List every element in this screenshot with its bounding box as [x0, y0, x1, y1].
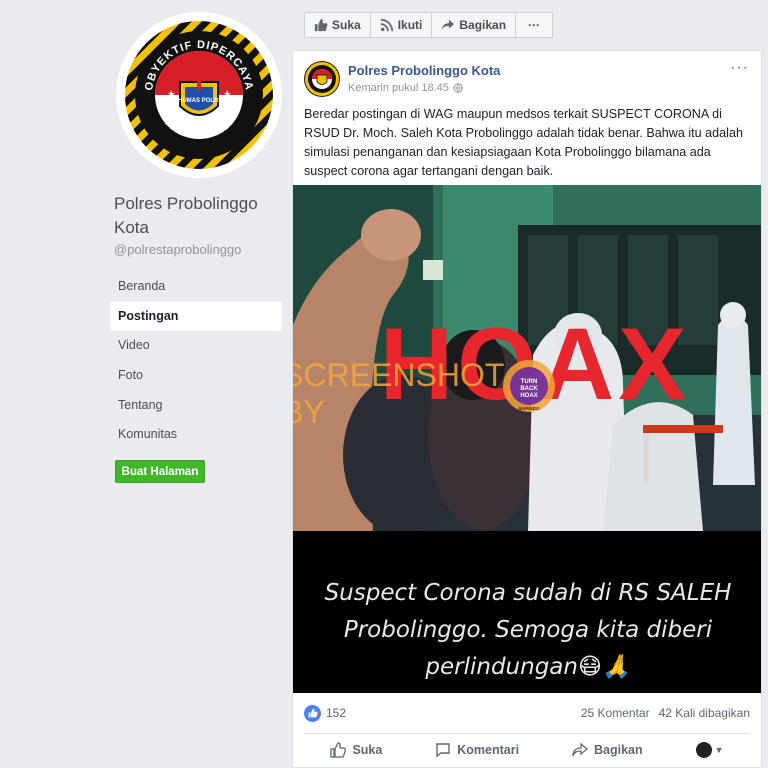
post-stats: 152 25 Komentar 42 Kali dibagikan	[304, 703, 750, 723]
shares-count-link[interactable]: 42 Kali dibagikan	[659, 706, 750, 720]
post-as-selector[interactable]: ▼	[695, 741, 724, 758]
turnbackhoax-seal-icon: TURN BACK HOAX MAFINDO	[503, 360, 555, 412]
comments-count-link[interactable]: 25 Komentar	[581, 706, 650, 720]
caption-line-3: perlindungan😷🙏	[425, 654, 631, 680]
svg-text:BACK: BACK	[520, 386, 538, 392]
share-arrow-icon	[442, 19, 455, 31]
post-timestamp[interactable]: Kemarin pukul 18.45	[348, 82, 463, 94]
polres-logo-icon	[305, 62, 339, 96]
more-options-button[interactable]: ···	[516, 13, 552, 37]
thumbs-up-icon	[330, 741, 347, 758]
nav-item-tentang[interactable]: Tentang	[110, 391, 282, 420]
post-actions: Suka Komentari Bagikan ▼	[304, 733, 750, 765]
comment-post-button[interactable]: Komentari	[435, 742, 519, 758]
chevron-down-icon: ▼	[714, 744, 724, 755]
share-arrow-icon	[572, 742, 589, 756]
account-avatar	[695, 741, 712, 758]
page-nav: Beranda Postingan Video Foto Tentang Kom…	[110, 272, 282, 450]
caption-line-1: Suspect Corona sudah di RS SALEH	[324, 580, 732, 606]
comment-post-label: Komentari	[457, 742, 520, 757]
globe-icon	[453, 83, 463, 93]
share-page-label: Bagikan	[459, 18, 507, 32]
post-author-avatar[interactable]	[304, 61, 340, 97]
nav-item-postingan[interactable]: Postingan	[110, 301, 282, 331]
nav-item-foto[interactable]: Foto	[110, 361, 282, 390]
nav-item-beranda[interactable]: Beranda	[110, 272, 282, 301]
share-post-button[interactable]: Bagikan	[572, 742, 643, 758]
reaction-summary[interactable]: 152	[304, 704, 347, 722]
post-options-button[interactable]: ···	[730, 59, 749, 77]
screenshot-watermark: SCREENSHOT BY	[293, 357, 504, 430]
page-title[interactable]: Polres Probolinggo Kota	[114, 192, 284, 240]
like-post-label: Suka	[352, 742, 383, 757]
like-reaction-icon	[304, 704, 321, 722]
page-right-edge	[762, 50, 768, 768]
nav-item-komunitas[interactable]: Komunitas	[110, 420, 282, 449]
rss-icon	[380, 18, 393, 32]
create-page-button[interactable]: Buat Halaman	[115, 460, 205, 483]
post-message: Beredar postingan di WAG maupun medsos t…	[304, 107, 743, 178]
page-action-bar: Suka Ikuti Bagikan ···	[304, 12, 554, 38]
follow-page-label: Ikuti	[397, 18, 423, 32]
nav-item-video[interactable]: Video	[110, 331, 282, 360]
svg-text:HUMAS POLRI: HUMAS POLRI	[178, 98, 220, 104]
engagement-counts: 25 Komentar 42 Kali dibagikan	[581, 706, 750, 720]
likes-count: 152	[326, 706, 347, 720]
like-post-button[interactable]: Suka	[330, 741, 383, 758]
share-post-label: Bagikan	[594, 742, 643, 757]
follow-page-button[interactable]: Ikuti	[371, 13, 433, 37]
image-caption: Suspect Corona sudah di RS SALEH Proboli…	[303, 575, 753, 686]
like-page-button[interactable]: Suka	[305, 13, 371, 37]
svg-text:MAFINDO: MAFINDO	[519, 406, 540, 411]
svg-text:TURN: TURN	[521, 379, 538, 385]
svg-text:HOAX: HOAX	[520, 393, 537, 399]
thumbs-up-icon	[314, 18, 328, 32]
polres-logo-icon: OBYEKTIF DIPERCAYA PARTISIPASI HUMAS POL…	[125, 21, 273, 169]
page-username: @polrestaprobolinggo	[114, 242, 242, 257]
comment-bubble-icon	[436, 742, 450, 757]
like-page-label: Suka	[332, 18, 361, 32]
post-photo[interactable]: HOAX SCREENSHOT BY TURN BACK HOAX MAFIND…	[293, 185, 761, 693]
post-time-label: Kemarin pukul 18.45	[348, 82, 449, 94]
page-sidebar: OBYEKTIF DIPERCAYA PARTISIPASI HUMAS POL…	[100, 0, 290, 768]
share-page-button[interactable]: Bagikan	[432, 13, 517, 37]
page-profile-picture[interactable]: OBYEKTIF DIPERCAYA PARTISIPASI HUMAS POL…	[116, 12, 282, 178]
post-author-name[interactable]: Polres Probolinggo Kota	[348, 63, 500, 78]
post-card: Polres Probolinggo Kota Kemarin pukul 18…	[292, 50, 762, 768]
caption-line-2: Probolinggo. Semoga kita diberi	[343, 617, 713, 643]
